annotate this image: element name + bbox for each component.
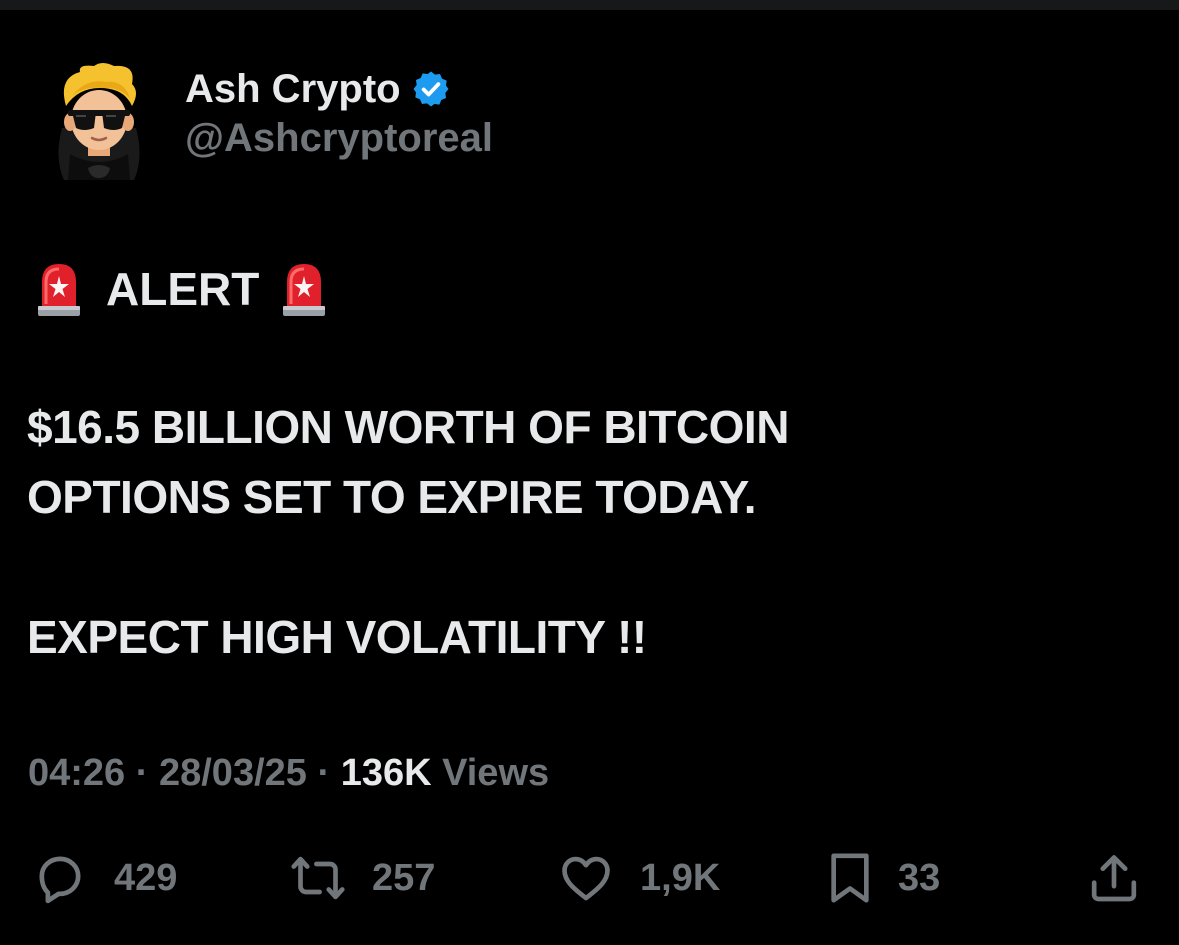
meta-separator: · <box>125 752 159 794</box>
tweet-meta: 04:26 · 28/03/25 · 136K Views <box>28 752 549 795</box>
bookmark-icon <box>831 853 869 903</box>
share-upload-icon <box>1091 855 1137 902</box>
police-siren-icon <box>34 260 84 318</box>
author-name-row[interactable]: Ash Crypto <box>185 64 451 114</box>
tweet-date[interactable]: 28/03/25 <box>159 752 307 794</box>
avatar[interactable] <box>40 58 158 184</box>
meta-separator: · <box>306 752 341 794</box>
top-edge-strip <box>0 0 1179 10</box>
share-button[interactable] <box>1086 850 1142 906</box>
like-count: 1,9K <box>640 856 721 899</box>
repost-arrows-icon <box>291 856 345 900</box>
repost-count: 257 <box>372 856 436 899</box>
views-label: Views <box>442 752 550 794</box>
reply-count: 429 <box>114 856 178 899</box>
author-handle[interactable]: @Ashcryptoreal <box>185 116 493 161</box>
like-button[interactable]: 1,9K <box>556 850 720 906</box>
tweet-text-line: $16.5 BILLION WORTH OF BITCOIN <box>27 401 789 453</box>
tweet-text-line: EXPECT HIGH VOLATILITY !! <box>27 611 647 663</box>
reply-bubble-icon <box>39 856 81 904</box>
bookmark-count: 33 <box>898 856 941 899</box>
bookmark-button[interactable]: 33 <box>826 850 940 906</box>
tweet-time[interactable]: 04:26 <box>28 752 125 794</box>
verified-badge-icon <box>411 69 451 109</box>
alert-heading-row: ALERT <box>34 258 329 320</box>
heart-icon <box>562 856 610 901</box>
author-display-name[interactable]: Ash Crypto <box>185 67 401 112</box>
alert-word: ALERT <box>106 263 260 315</box>
reply-button[interactable]: 429 <box>30 850 177 906</box>
repost-button[interactable]: 257 <box>288 850 435 906</box>
tweet-text-line: OPTIONS SET TO EXPIRE TODAY. <box>27 471 757 523</box>
avatar-cartoon-icon <box>58 63 140 180</box>
views-count: 136K <box>340 752 432 794</box>
police-siren-icon <box>279 260 329 318</box>
